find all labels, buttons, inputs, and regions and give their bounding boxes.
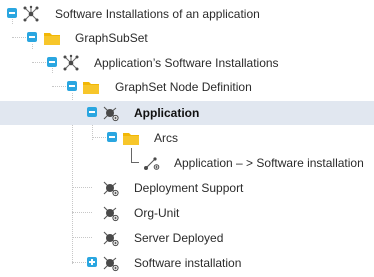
tree-node-label: Arcs [154,131,178,145]
tree-row-graphsubset[interactable]: GraphSubSet [0,26,374,50]
tree-row-arc-application-software-installation[interactable]: Application – > Software installation [0,151,374,175]
tree-row-server-deployed[interactable]: Server Deployed [0,226,374,250]
folder-icon [82,78,100,96]
node-definition-icon [101,229,119,247]
expand-toggle[interactable] [87,257,97,267]
tree-node-label: Application – > Software installation [174,156,364,170]
tree-node-label: Server Deployed [134,231,224,245]
tree-node-label: Application’s Software Installations [94,56,279,70]
tree-node-label: Org-Unit [134,206,180,220]
tree-node-label: Deployment Support [134,181,244,195]
tree-node-label: Software installation [134,256,242,270]
tree-row-arcs[interactable]: Arcs [0,126,374,150]
node-definition-icon [101,254,119,272]
tree-row-deployment-support[interactable]: Deployment Support [0,176,374,200]
folder-icon [122,129,140,147]
graph-network-icon [22,5,40,23]
tree-row-org-unit[interactable]: Org-Unit [0,201,374,225]
arc-icon [142,154,160,172]
tree-row-software-installation[interactable]: Software installation [0,251,374,275]
collapse-toggle[interactable] [107,132,117,142]
node-definition-icon [101,104,119,122]
collapse-toggle[interactable] [87,107,97,117]
tree-row-graphset-node-definition[interactable]: GraphSet Node Definition [0,75,374,99]
graph-network-icon [62,54,80,72]
tree-node-label: GraphSet Node Definition [115,80,252,94]
tree-node-label: Application [134,106,200,120]
tree-node-label: GraphSubSet [75,31,148,45]
tree-row-software-installations[interactable]: Software Installations of an application [0,2,374,26]
collapse-toggle[interactable] [27,32,37,42]
tree-row-applications-software-installations[interactable]: Application’s Software Installations [0,51,374,75]
tree-row-application[interactable]: Application [0,101,374,125]
folder-icon [43,29,61,47]
tree-view: Software Installations of an application… [0,0,374,277]
node-definition-icon [101,204,119,222]
collapse-toggle[interactable] [47,57,57,67]
node-definition-icon [101,179,119,197]
collapse-toggle[interactable] [67,81,77,91]
tree-node-label: Software Installations of an application [55,7,260,21]
collapse-toggle[interactable] [7,8,17,18]
